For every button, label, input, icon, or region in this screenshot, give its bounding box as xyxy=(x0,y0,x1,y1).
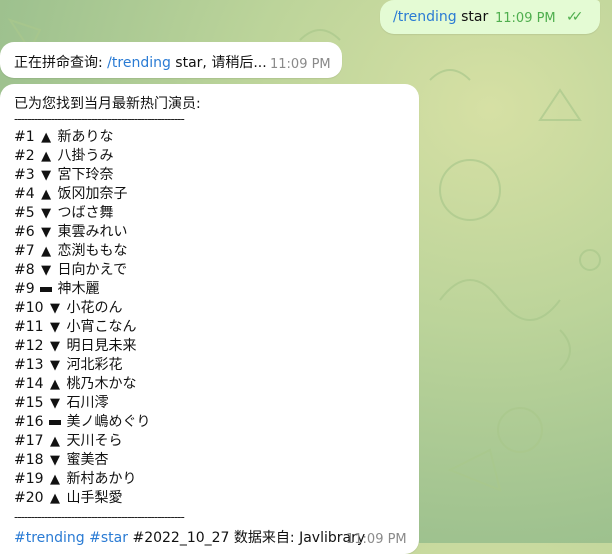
result-timestamp: 11:09 PM xyxy=(346,532,407,547)
trend-same-icon xyxy=(39,280,53,299)
ranking-item: #20 ▲ 山手梨愛 xyxy=(14,489,150,508)
trend-down-icon: ▼ xyxy=(50,301,60,316)
rank-number: #1 xyxy=(14,129,40,145)
rank-number: #5 xyxy=(14,205,40,221)
ranking-item: #12 ▼ 明日見未来 xyxy=(14,337,150,356)
actress-name: 新ありな xyxy=(53,129,114,145)
actress-name: 河北彩花 xyxy=(62,357,123,373)
trend-up-icon: ▲ xyxy=(50,377,60,392)
trend-down-icon: ▼ xyxy=(50,358,60,373)
rank-number: #15 xyxy=(14,395,48,411)
rank-number: #11 xyxy=(14,319,48,335)
separator-top: ----------------------------------------… xyxy=(14,112,185,126)
rank-number: #4 xyxy=(14,186,40,202)
actress-name: 蜜美杏 xyxy=(62,452,109,468)
trend-down-icon: ▼ xyxy=(41,168,52,183)
actress-name: 石川澪 xyxy=(62,395,109,411)
ranking-item: #2 ▲ 八掛うみ xyxy=(14,147,150,166)
ranking-item: #4 ▲ 饭冈加奈子 xyxy=(14,185,150,204)
actress-name: 小宵こなん xyxy=(62,319,137,335)
rank-number: #3 xyxy=(14,167,40,183)
actress-name: 神木麗 xyxy=(53,281,100,297)
ranking-item: #8 ▼ 日向かえで xyxy=(14,261,150,280)
rank-number: #18 xyxy=(14,452,48,468)
rank-number: #12 xyxy=(14,338,48,354)
hashtag-trending-link[interactable]: #trending xyxy=(14,530,85,546)
result-header: 已为您找到当月最新热门演员: xyxy=(14,96,201,112)
ranking-item: #19 ▲ 新村あかり xyxy=(14,470,150,489)
trend-up-icon: ▲ xyxy=(50,491,60,506)
double-check-icon: ✓✓ xyxy=(566,9,584,25)
actress-name: 美ノ嶋めぐり xyxy=(62,414,151,430)
rank-number: #13 xyxy=(14,357,48,373)
actress-name: 八掛うみ xyxy=(53,148,114,164)
trend-down-icon: ▼ xyxy=(41,225,52,240)
trending-result-message[interactable]: 已为您找到当月最新热门演员: -------------------------… xyxy=(0,84,419,554)
rank-number: #8 xyxy=(14,262,40,278)
ranking-item: #3 ▼ 宮下玲奈 xyxy=(14,166,150,185)
actress-name: 日向かえで xyxy=(53,262,128,278)
trend-down-icon: ▼ xyxy=(41,263,52,278)
actress-name: つばさ舞 xyxy=(53,205,114,221)
ranking-item: #9 神木麗 xyxy=(14,280,150,299)
actress-name: 恋渕ももな xyxy=(53,243,128,259)
separator-bottom: ----------------------------------------… xyxy=(14,510,185,524)
query-timestamp: 11:09 PM xyxy=(495,11,556,26)
result-footer: #trending #star #2022_10_27 数据来自: Javlib… xyxy=(14,530,366,546)
ranking-item: #11 ▼ 小宵こなん xyxy=(14,318,150,337)
trend-down-icon: ▼ xyxy=(50,320,60,335)
rank-number: #19 xyxy=(14,471,48,487)
trending-command-link[interactable]: /trending xyxy=(393,9,457,25)
actress-name: 桃乃木かな xyxy=(62,376,137,392)
rank-number: #7 xyxy=(14,243,40,259)
trend-down-icon: ▼ xyxy=(50,339,60,354)
ranking-list: #1 ▲ 新ありな #2 ▲ 八掛うみ #3 ▼ 宮下玲奈 #4 ▲ 饭冈加奈子 #5 … xyxy=(14,128,150,508)
outgoing-query-message[interactable]: /trending star 11:09 PM ✓✓ xyxy=(380,0,600,34)
trend-up-icon: ▲ xyxy=(50,434,60,449)
rank-number: #20 xyxy=(14,490,48,506)
rank-number: #10 xyxy=(14,300,48,316)
trend-down-icon: ▼ xyxy=(50,453,60,468)
ranking-item: #16 美ノ嶋めぐり xyxy=(14,413,150,432)
rank-number: #17 xyxy=(14,433,48,449)
rank-number: #16 xyxy=(14,414,48,430)
trend-up-icon: ▲ xyxy=(50,472,60,487)
searching-status-message[interactable]: 正在拼命查询: /trending star, 请稍后... 11:09 PM xyxy=(0,42,342,78)
ranking-item: #5 ▼ つばさ舞 xyxy=(14,204,150,223)
ranking-item: #14 ▲ 桃乃木かな xyxy=(14,375,150,394)
actress-name: 小花のん xyxy=(62,300,123,316)
trend-down-icon: ▼ xyxy=(41,206,52,221)
ranking-item: #6 ▼ 東雲みれい xyxy=(14,223,150,242)
ranking-item: #10 ▼ 小花のん xyxy=(14,299,150,318)
trend-up-icon: ▲ xyxy=(41,187,52,202)
trend-up-icon: ▲ xyxy=(41,130,52,145)
ranking-item: #13 ▼ 河北彩花 xyxy=(14,356,150,375)
actress-name: 新村あかり xyxy=(62,471,137,487)
rank-number: #9 xyxy=(14,281,40,297)
rank-number: #6 xyxy=(14,224,40,240)
actress-name: 山手梨愛 xyxy=(62,490,123,506)
actress-name: 天川そら xyxy=(62,433,123,449)
actress-name: 明日見未来 xyxy=(62,338,137,354)
rank-number: #14 xyxy=(14,376,48,392)
searching-text: 正在拼命查询: /trending star, 请稍后... xyxy=(14,55,267,71)
trend-up-icon: ▲ xyxy=(41,244,52,259)
ranking-item: #18 ▼ 蜜美杏 xyxy=(14,451,150,470)
ranking-item: #1 ▲ 新ありな xyxy=(14,128,150,147)
searching-timestamp: 11:09 PM xyxy=(270,57,331,72)
actress-name: 宮下玲奈 xyxy=(53,167,114,183)
actress-name: 饭冈加奈子 xyxy=(53,186,128,202)
searching-command-link[interactable]: /trending xyxy=(107,55,171,71)
ranking-item: #17 ▲ 天川そら xyxy=(14,432,150,451)
rank-number: #2 xyxy=(14,148,40,164)
query-text: /trending star xyxy=(393,9,489,25)
trend-up-icon: ▲ xyxy=(41,149,52,164)
trend-down-icon: ▼ xyxy=(50,396,60,411)
hashtag-star-link[interactable]: #star xyxy=(89,530,128,546)
ranking-item: #7 ▲ 恋渕ももな xyxy=(14,242,150,261)
ranking-item: #15 ▼ 石川澪 xyxy=(14,394,150,413)
trend-same-icon xyxy=(48,413,62,432)
actress-name: 東雲みれい xyxy=(53,224,128,240)
